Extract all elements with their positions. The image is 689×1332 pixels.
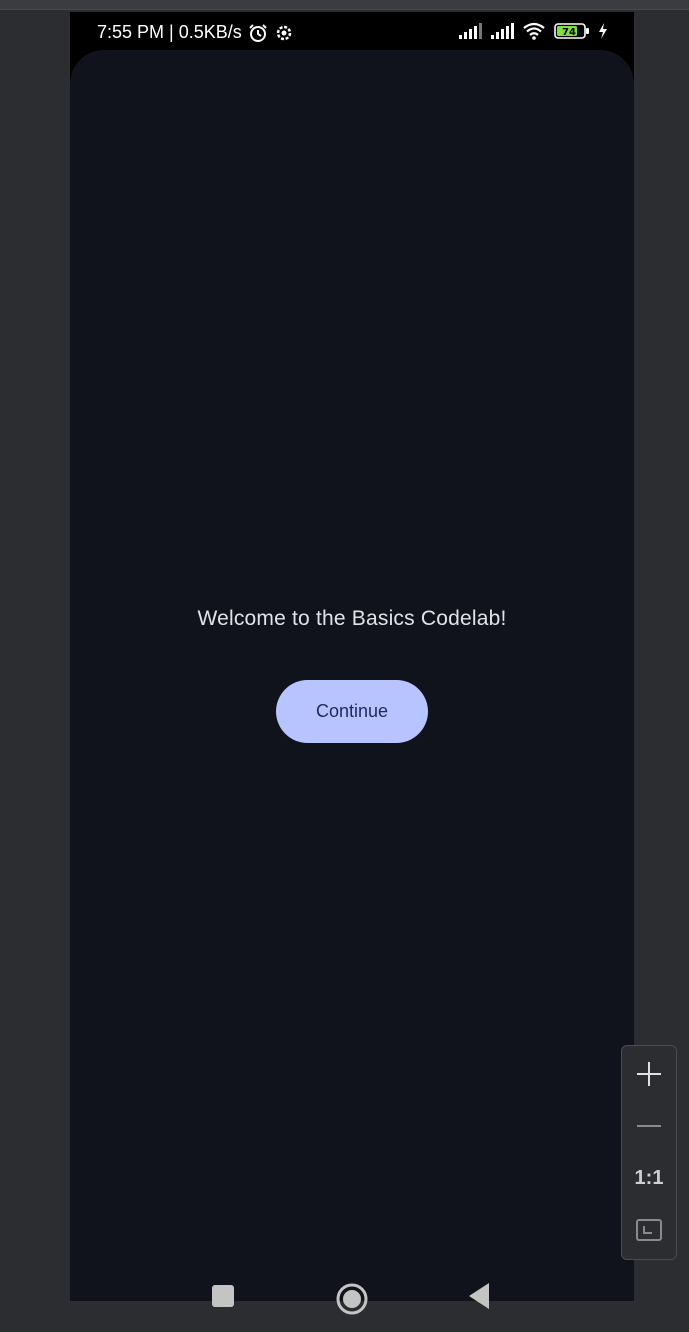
status-bar: 7:55 PM | 0.5KB/s 74 — [70, 12, 634, 52]
fit-screen-icon — [636, 1219, 662, 1241]
fit-screen-button[interactable] — [622, 1206, 676, 1254]
home-circle-icon[interactable] — [335, 1282, 369, 1316]
emulator-top-bar — [0, 0, 689, 10]
zoom-in-button[interactable] — [622, 1050, 676, 1098]
battery-icon: 74 — [554, 23, 589, 39]
status-left: 7:55 PM | 0.5KB/s — [97, 22, 294, 43]
alarm-icon — [249, 23, 267, 42]
charging-icon — [599, 23, 607, 39]
status-time-speed: 7:55 PM | 0.5KB/s — [97, 22, 242, 42]
signal-icon — [491, 23, 514, 39]
continue-button[interactable]: Continue — [276, 680, 428, 743]
wifi-icon — [523, 22, 545, 40]
navigation-bar — [70, 1272, 634, 1332]
welcome-text: Welcome to the Basics Codelab! — [197, 607, 507, 630]
recents-square-icon[interactable] — [209, 1282, 237, 1310]
zoom-in-icon — [637, 1062, 661, 1086]
device-frame: 7:55 PM | 0.5KB/s 74 Welcome to the Basi… — [70, 12, 634, 1315]
back-triangle-icon[interactable] — [466, 1282, 492, 1310]
actual-size-button[interactable]: 1:1 — [622, 1154, 676, 1202]
zoom-controls-panel: 1:1 — [621, 1045, 677, 1260]
status-right: 74 — [458, 22, 608, 40]
battery-level: 74 — [562, 27, 576, 38]
app-screen: Welcome to the Basics Codelab! Continue — [70, 50, 634, 1315]
settings-gear-icon — [276, 25, 291, 40]
signal-icon — [459, 23, 482, 39]
zoom-out-button[interactable] — [622, 1102, 676, 1150]
actual-size-label: 1:1 — [634, 1166, 664, 1189]
zoom-out-icon — [637, 1125, 661, 1127]
